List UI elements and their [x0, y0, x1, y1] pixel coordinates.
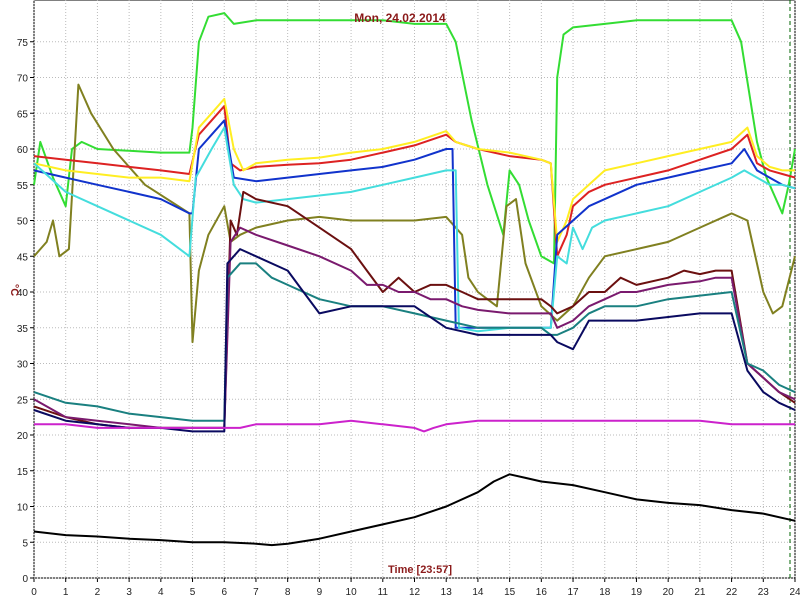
x-tick-label: 4	[158, 587, 164, 598]
x-tick-label: 17	[567, 587, 579, 598]
x-tick-label: 22	[726, 587, 738, 598]
y-tick-label: 0	[22, 574, 28, 585]
y-tick-label: 25	[17, 395, 29, 406]
y-axis-title: °C	[8, 284, 20, 296]
x-tick-label: 24	[789, 587, 800, 598]
x-axis-ticks: 0 1 2 3 4 5 6 7 8 9 10 11 12 13 14 15 16 17 18 19 20 21 22 23 24	[31, 587, 800, 598]
x-axis-title: Time [23:57]	[388, 564, 452, 576]
x-tick-label: 1	[63, 587, 69, 598]
y-tick-label: 15	[17, 467, 29, 478]
y-tick-label: 55	[17, 181, 29, 192]
y-tick-label: 65	[17, 109, 29, 120]
chart-container: 0 5 10 15 20 25 30 35 40 45 50 55 60 65 70 75 012345678…	[0, 0, 800, 600]
x-tick-label: 19	[631, 587, 643, 598]
y-tick-label: 50	[17, 217, 29, 228]
y-axis-ticks: 051015202530354045505560657075	[17, 38, 29, 585]
y-tick-label: 10	[17, 503, 29, 514]
x-tick-label: 7	[253, 587, 259, 598]
y-tick-label: 70	[17, 74, 29, 85]
x-tick-label: 18	[599, 587, 611, 598]
x-tick-label: 16	[536, 587, 548, 598]
y-tick-label: 45	[17, 252, 29, 263]
x-tick-label: 20	[663, 587, 675, 598]
x-tick-label: 12	[409, 587, 421, 598]
y-tick-label: 75	[17, 38, 29, 49]
x-tick-label: 10	[346, 587, 358, 598]
line-chart: 051015202530354045505560657075 012345678…	[8, 0, 800, 598]
x-tick-label: 9	[317, 587, 323, 598]
y-tick-label: 35	[17, 324, 29, 335]
x-tick-label: 2	[95, 587, 101, 598]
y-tick-label: 5	[22, 538, 28, 549]
x-tick-label: 6	[221, 587, 227, 598]
y-tick-label: 60	[17, 145, 29, 156]
x-tick-label: 11	[378, 587, 389, 598]
chart-title: Mon, 24.02.2014	[354, 11, 446, 25]
x-tick-label: 15	[504, 587, 516, 598]
x-tick-label: 14	[472, 587, 484, 598]
x-tick-label: 0	[31, 587, 37, 598]
x-tick-label: 21	[694, 587, 706, 598]
x-tick-label: 23	[758, 587, 770, 598]
y-tick-label: 30	[17, 360, 29, 371]
x-tick-label: 5	[190, 587, 196, 598]
y-tick-label: 20	[17, 431, 29, 442]
x-tick-label: 3	[126, 587, 132, 598]
x-tick-label: 13	[441, 587, 453, 598]
x-tick-label: 8	[285, 587, 291, 598]
